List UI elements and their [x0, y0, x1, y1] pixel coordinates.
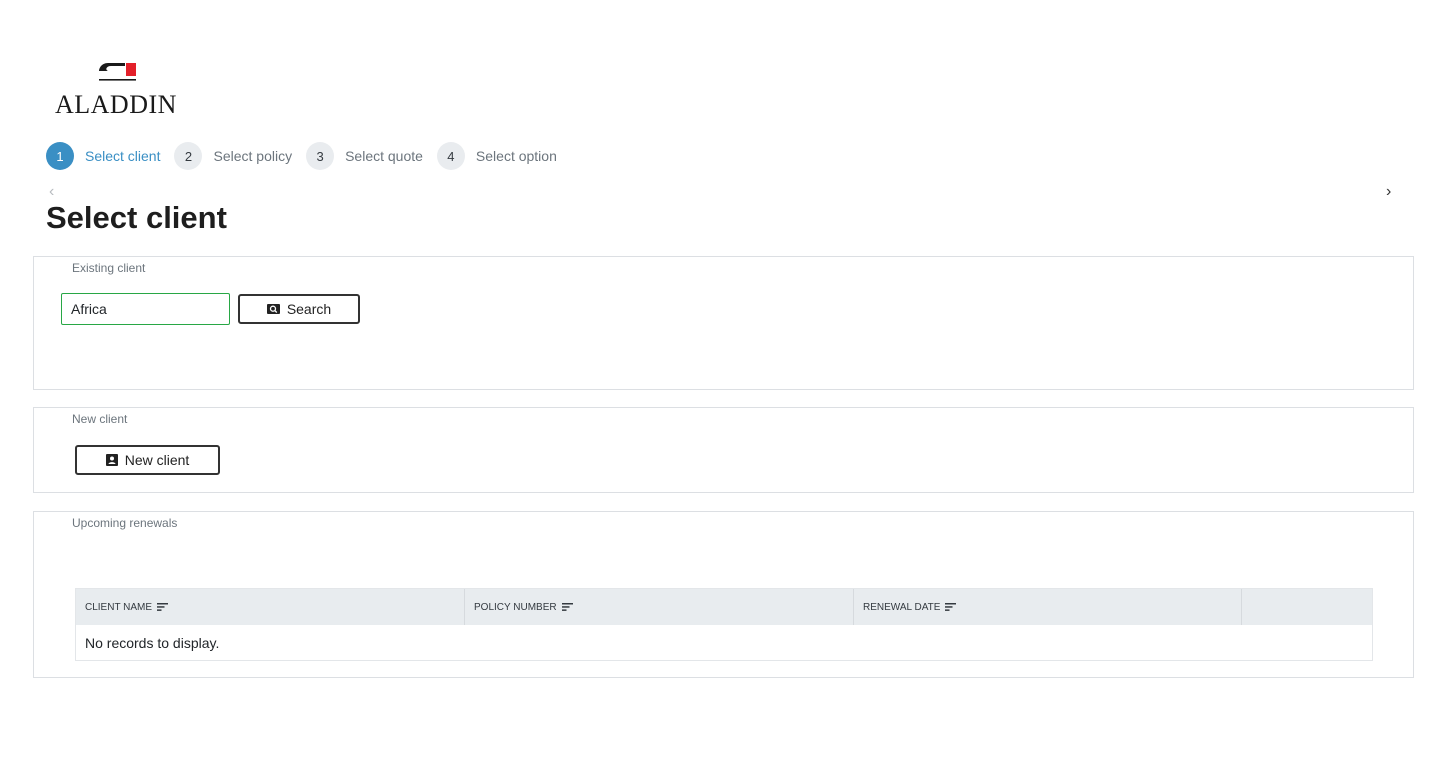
step-label: Select policy: [213, 148, 293, 164]
panel-legend: Existing client: [72, 261, 146, 275]
new-client-button-label: New client: [124, 452, 190, 468]
search-input[interactable]: [61, 293, 230, 325]
new-client-button[interactable]: New client: [75, 445, 220, 475]
aladdin-logo-mark-icon: [99, 63, 136, 81]
column-header-policy-number[interactable]: POLICY NUMBER: [465, 589, 854, 625]
column-header-label: RENEWAL DATE: [863, 601, 941, 613]
step-number: 3: [306, 142, 335, 170]
step-number: 2: [174, 142, 203, 170]
sort-icon: [157, 603, 169, 611]
chevron-right-icon[interactable]: ›: [1386, 183, 1391, 201]
new-client-panel: New client New client: [33, 407, 1414, 493]
step-select-quote[interactable]: 3 Select quote: [306, 142, 423, 170]
search-button-label: Search: [286, 301, 332, 317]
panel-legend: Upcoming renewals: [72, 516, 178, 530]
panel-legend: New client: [72, 412, 128, 426]
table-header: CLIENT NAME POLICY NUMBER RENEWAL DATE: [76, 589, 1372, 625]
step-label: Select client: [85, 148, 161, 164]
empty-message: No records to display.: [85, 634, 220, 651]
step-select-policy[interactable]: 2 Select policy: [174, 142, 292, 170]
table-empty-row: No records to display.: [76, 625, 1372, 660]
logo-text: ALADDIN: [55, 90, 177, 119]
sort-icon: [945, 603, 957, 611]
upcoming-renewals-panel: Upcoming renewals CLIENT NAME POLICY NUM…: [33, 511, 1414, 678]
chevron-left-icon[interactable]: ‹: [49, 183, 54, 201]
renewals-table: CLIENT NAME POLICY NUMBER RENEWAL DATE N…: [75, 588, 1373, 661]
contact-card-icon: [105, 454, 118, 466]
existing-client-panel: Existing client Search: [33, 256, 1414, 390]
search-icon: [266, 304, 280, 314]
sort-icon: [561, 603, 573, 611]
step-number: 4: [436, 142, 465, 170]
step-select-client[interactable]: 1 Select client: [46, 142, 160, 170]
column-header-label: POLICY NUMBER: [474, 601, 557, 613]
column-header-label: CLIENT NAME: [85, 601, 153, 613]
search-button[interactable]: Search: [238, 294, 360, 324]
column-header-client-name[interactable]: CLIENT NAME: [76, 589, 465, 625]
page-title: Select client: [46, 200, 227, 235]
step-select-option[interactable]: 4 Select option: [436, 142, 557, 170]
aladdin-logo: ALADDIN: [55, 58, 185, 120]
column-header-actions: [1242, 589, 1372, 625]
wizard-stepper: 1 Select client 2 Select policy 3 Select…: [46, 142, 571, 170]
step-label: Select quote: [345, 148, 423, 164]
step-label: Select option: [475, 148, 557, 164]
step-number: 1: [46, 142, 74, 170]
column-header-renewal-date[interactable]: RENEWAL DATE: [854, 589, 1242, 625]
